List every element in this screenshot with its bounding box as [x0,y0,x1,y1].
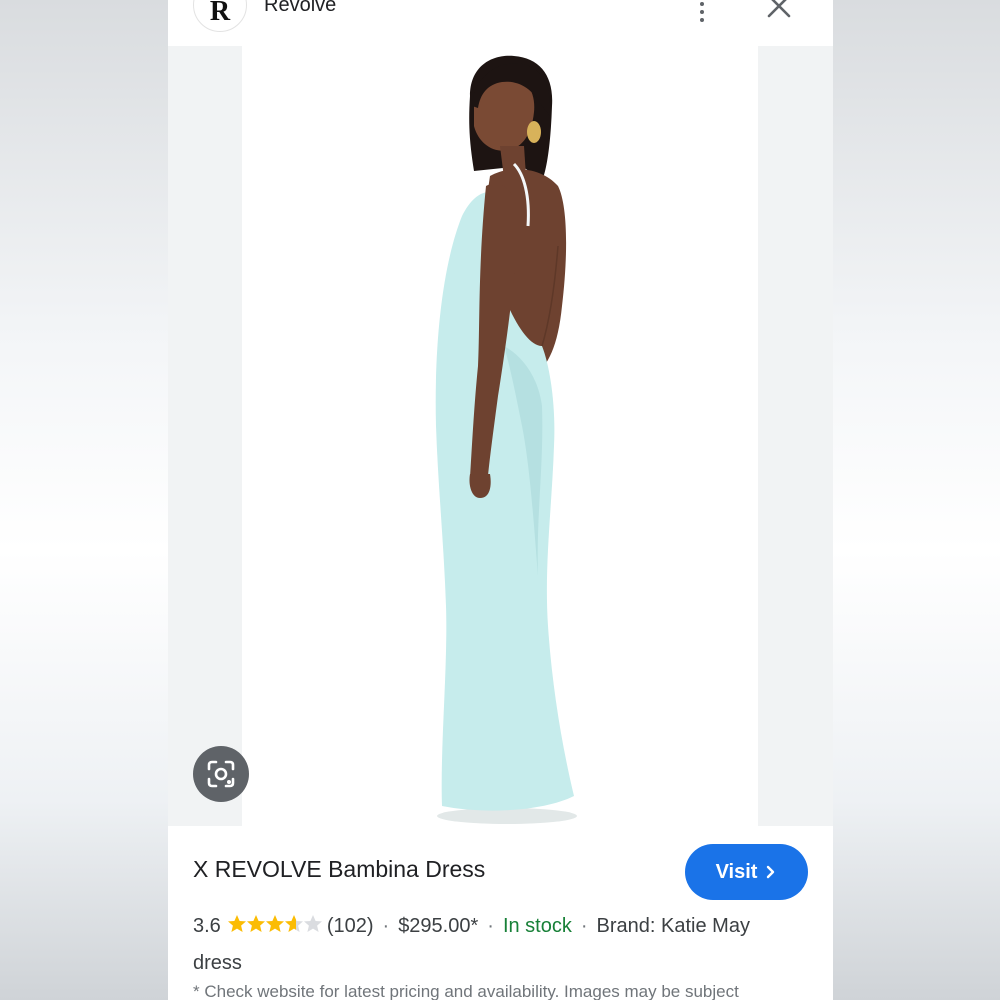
rating-value: 3.6 [193,915,221,937]
price: $295.00* [398,915,479,937]
product-meta: 3.6 (102) · $295.00* · In stock · Brand: Katie… [193,908,813,982]
product-title[interactable]: X REVOLVE Bambina Dress [193,856,485,883]
chevron-right-icon [767,865,775,879]
separator-dot: · [580,915,588,937]
google-lens-icon[interactable] [193,746,249,802]
disclaimer-text: * Check website for latest pricing and a… [193,982,739,1000]
separator-dot: · [382,915,390,937]
background-left [0,0,168,1000]
dress-photo [435,55,577,824]
visit-label: Visit [715,860,758,883]
category: dress [193,952,242,974]
lens-glyph [207,760,235,788]
review-count[interactable]: (102) [327,915,374,937]
logo-letter: R [209,0,231,27]
header-bar: R Revolve [168,0,833,46]
product-panel: R Revolve X REVOLVE Bambina Dress Visit … [168,0,833,1000]
brand: Brand: Katie May [596,915,750,937]
site-name[interactable]: Revolve [264,0,336,17]
rating-stars-icon [227,915,322,932]
site-logo[interactable]: R [193,0,247,32]
close-icon[interactable] [765,0,791,20]
more-vert-icon[interactable] [696,0,708,22]
stock-status: In stock [502,915,572,937]
background-right [833,0,1000,1000]
separator-dot: · [487,915,494,937]
product-image[interactable] [242,46,758,826]
product-image-area [168,46,833,826]
visit-button[interactable]: Visit [685,844,808,900]
